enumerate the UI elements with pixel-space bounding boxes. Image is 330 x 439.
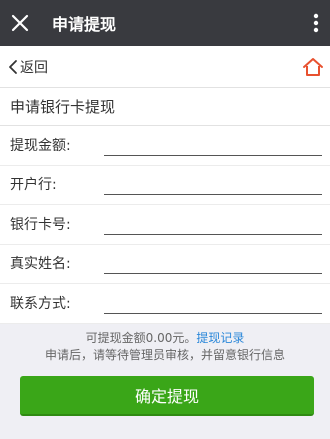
- footer-info: 可提现金额0.00元。提现记录 申请后，请等待管理员审核，并留意银行信息: [0, 330, 330, 364]
- nav-bar: 返回: [0, 46, 330, 88]
- section-title: 申请银行卡提现: [0, 88, 330, 126]
- withdraw-form: 申请银行卡提现 提现金额: 开户行: 银行卡号: 真实姓名: 联系方式:: [0, 88, 330, 324]
- back-label: 返回: [20, 59, 48, 76]
- window-title: 申请提现: [52, 15, 117, 34]
- contact-field[interactable]: [104, 291, 322, 314]
- real-name-field[interactable]: [104, 252, 322, 274]
- form-row-real-name: 真实姓名:: [0, 245, 330, 284]
- title-bar: 申请提现: [0, 0, 330, 46]
- card-number-field[interactable]: [104, 212, 322, 235]
- card-number-label: 银行卡号:: [10, 216, 71, 233]
- amount-label: 提现金额:: [10, 137, 71, 154]
- form-row-contact: 联系方式:: [0, 284, 330, 324]
- amount-field[interactable]: [104, 133, 322, 156]
- contact-label: 联系方式:: [10, 295, 71, 312]
- real-name-label: 真实姓名:: [10, 256, 71, 272]
- back-button[interactable]: 返回: [0, 57, 48, 77]
- form-row-bank: 开户行:: [0, 166, 330, 205]
- notice-text: 申请后，请等待管理员审核，并留意银行信息: [44, 348, 285, 362]
- chevron-left-icon: [9, 59, 17, 74]
- confirm-withdraw-button[interactable]: 确定提现: [20, 376, 314, 416]
- available-amount-text: 可提现金额0.00元。: [85, 331, 197, 345]
- bank-field[interactable]: [104, 173, 322, 195]
- bank-label: 开户行:: [10, 177, 57, 193]
- form-row-card-number: 银行卡号:: [0, 205, 330, 245]
- form-row-amount: 提现金额:: [0, 126, 330, 166]
- more-options-icon[interactable]: [302, 0, 330, 46]
- withdraw-records-link[interactable]: 提现记录: [196, 331, 244, 345]
- home-icon[interactable]: [302, 57, 330, 77]
- close-icon[interactable]: [0, 0, 40, 46]
